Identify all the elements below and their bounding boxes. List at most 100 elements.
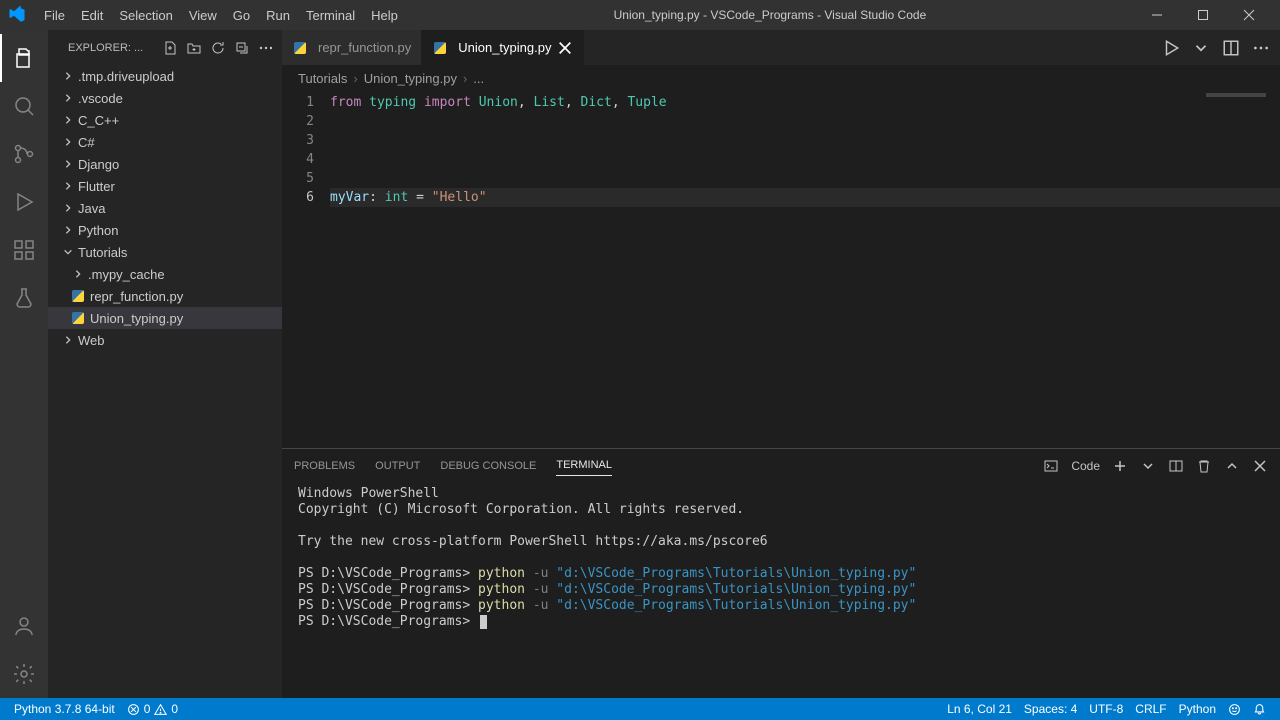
python-file-icon: [292, 40, 308, 56]
terminal-profile-icon[interactable]: [1043, 458, 1059, 474]
menu-view[interactable]: View: [181, 4, 225, 27]
status-python[interactable]: Python 3.7.8 64-bit: [8, 702, 121, 716]
tree-item-django[interactable]: Django: [48, 153, 282, 175]
explorer-title: EXPLORER: ...: [68, 42, 162, 54]
editor-group: repr_function.py Union_typing.py Tutorial…: [282, 30, 1280, 698]
explorer-icon[interactable]: [0, 34, 48, 82]
tree-item-c-[interactable]: C#: [48, 131, 282, 153]
maximize-panel-icon[interactable]: [1224, 458, 1240, 474]
chevron-down-icon[interactable]: [1140, 458, 1156, 474]
minimize-button[interactable]: [1134, 0, 1180, 30]
tab-label: repr_function.py: [318, 40, 411, 55]
chevron-right-icon: [60, 200, 76, 216]
chevron-right-icon: [60, 112, 76, 128]
split-terminal-icon[interactable]: [1168, 458, 1184, 474]
new-file-icon[interactable]: [162, 40, 178, 56]
breadcrumbs[interactable]: Tutorials›Union_typing.py›...: [282, 65, 1280, 91]
close-button[interactable]: [1226, 0, 1272, 30]
tree-item-flutter[interactable]: Flutter: [48, 175, 282, 197]
panel-tab-output[interactable]: OUTPUT: [375, 456, 420, 476]
explorer-header: EXPLORER: ...: [48, 30, 282, 65]
collapse-all-icon[interactable]: [234, 40, 250, 56]
file-tree: .tmp.driveupload.vscodeC_C++C#DjangoFlut…: [48, 65, 282, 698]
menu-bar: FileEditSelectionViewGoRunTerminalHelp: [36, 4, 406, 27]
status-position[interactable]: Ln 6, Col 21: [941, 702, 1018, 716]
python-file-icon: [70, 310, 86, 326]
tree-item--vscode[interactable]: .vscode: [48, 87, 282, 109]
kill-terminal-icon[interactable]: [1196, 458, 1212, 474]
chevron-right-icon: [70, 266, 86, 282]
python-file-icon: [70, 288, 86, 304]
maximize-button[interactable]: [1180, 0, 1226, 30]
python-file-icon: [432, 40, 448, 56]
tree-item-tutorials[interactable]: Tutorials: [48, 241, 282, 263]
menu-file[interactable]: File: [36, 4, 73, 27]
tree-item-union_typing-py[interactable]: Union_typing.py: [48, 307, 282, 329]
accounts-icon[interactable]: [0, 602, 48, 650]
more-icon[interactable]: [258, 40, 274, 56]
run-debug-icon[interactable]: [0, 178, 48, 226]
split-editor-icon[interactable]: [1222, 39, 1240, 57]
editor[interactable]: 123456 from typing import Union, List, D…: [282, 91, 1280, 448]
chevron-right-icon: [60, 134, 76, 150]
run-icon[interactable]: [1162, 39, 1180, 57]
menu-edit[interactable]: Edit: [73, 4, 111, 27]
tree-item-java[interactable]: Java: [48, 197, 282, 219]
status-errors[interactable]: 0 0: [121, 702, 184, 716]
tree-item-c_c-[interactable]: C_C++: [48, 109, 282, 131]
refresh-icon[interactable]: [210, 40, 226, 56]
menu-terminal[interactable]: Terminal: [298, 4, 363, 27]
explorer-sidebar: EXPLORER: ... .tmp.driveupload.vscodeC_C…: [48, 30, 282, 698]
terminal-profile-label[interactable]: Code: [1071, 459, 1100, 473]
tab-repr_function-py[interactable]: repr_function.py: [282, 30, 422, 65]
tab-union_typing-py[interactable]: Union_typing.py: [422, 30, 584, 65]
settings-gear-icon[interactable]: [0, 650, 48, 698]
panel-tab-terminal[interactable]: TERMINAL: [556, 455, 612, 476]
panel-tab-problems[interactable]: PROBLEMS: [294, 456, 355, 476]
tree-item-repr_function-py[interactable]: repr_function.py: [48, 285, 282, 307]
status-feedback-icon[interactable]: [1222, 703, 1247, 716]
close-panel-icon[interactable]: [1252, 458, 1268, 474]
chevron-down-icon[interactable]: [1192, 39, 1210, 57]
more-icon[interactable]: [1252, 39, 1270, 57]
code-area[interactable]: from typing import Union, List, Dict, Tu…: [330, 91, 1280, 448]
close-icon[interactable]: [557, 40, 573, 56]
menu-run[interactable]: Run: [258, 4, 298, 27]
panel-tab-debug-console[interactable]: DEBUG CONSOLE: [440, 456, 536, 476]
search-icon[interactable]: [0, 82, 48, 130]
chevron-right-icon: [60, 332, 76, 348]
breadcrumb-item[interactable]: Union_typing.py: [364, 71, 457, 86]
editor-tabs: repr_function.py Union_typing.py: [282, 30, 1280, 65]
breadcrumb-item[interactable]: Tutorials: [298, 71, 347, 86]
menu-go[interactable]: Go: [225, 4, 258, 27]
terminal-body[interactable]: Windows PowerShell Copyright (C) Microso…: [282, 482, 1280, 698]
window-title: Union_typing.py - VSCode_Programs - Visu…: [406, 8, 1134, 22]
chevron-right-icon: [60, 222, 76, 238]
new-terminal-icon[interactable]: [1112, 458, 1128, 474]
minimap[interactable]: [1206, 93, 1266, 97]
chevron-right-icon: [60, 178, 76, 194]
status-eol[interactable]: CRLF: [1129, 702, 1172, 716]
chevron-right-icon: [60, 90, 76, 106]
status-bell-icon[interactable]: [1247, 703, 1272, 716]
menu-help[interactable]: Help: [363, 4, 406, 27]
error-icon: [127, 703, 140, 716]
tree-item--mypy_cache[interactable]: .mypy_cache: [48, 263, 282, 285]
status-spaces[interactable]: Spaces: 4: [1018, 702, 1083, 716]
panel-tabs: PROBLEMS OUTPUT DEBUG CONSOLE TERMINAL Code: [282, 449, 1280, 482]
new-folder-icon[interactable]: [186, 40, 202, 56]
testing-icon[interactable]: [0, 274, 48, 322]
status-encoding[interactable]: UTF-8: [1083, 702, 1129, 716]
chevron-right-icon: [60, 156, 76, 172]
source-control-icon[interactable]: [0, 130, 48, 178]
status-language[interactable]: Python: [1173, 702, 1222, 716]
chevron-right-icon: [60, 68, 76, 84]
extensions-icon[interactable]: [0, 226, 48, 274]
tree-item--tmp-driveupload[interactable]: .tmp.driveupload: [48, 65, 282, 87]
breadcrumb-item[interactable]: ...: [473, 71, 484, 86]
tab-label: Union_typing.py: [458, 40, 551, 55]
tree-item-python[interactable]: Python: [48, 219, 282, 241]
tree-item-web[interactable]: Web: [48, 329, 282, 351]
menu-selection[interactable]: Selection: [111, 4, 180, 27]
chevron-down-icon: [60, 244, 76, 260]
